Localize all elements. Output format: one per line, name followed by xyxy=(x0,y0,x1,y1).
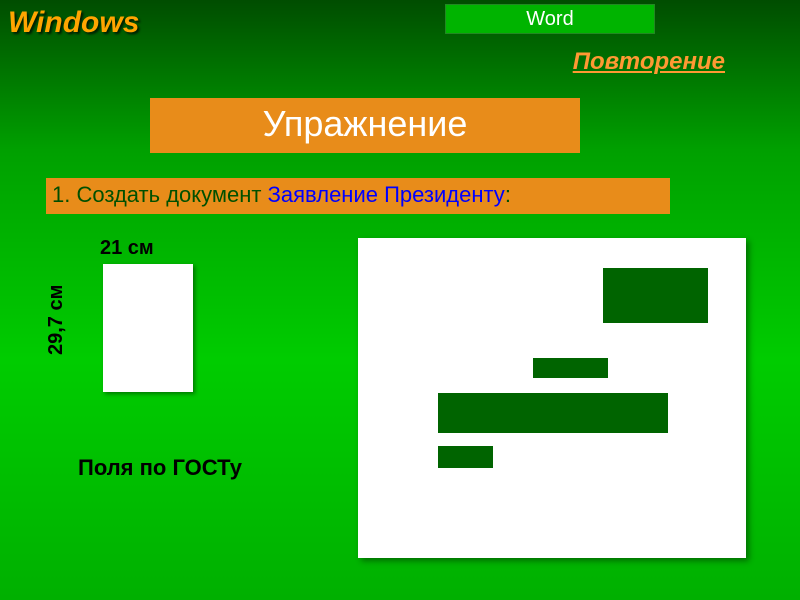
page-height-label: 29,7 см xyxy=(45,285,68,355)
small-page-preview xyxy=(103,264,193,392)
section-subtitle: Повторение xyxy=(573,48,725,76)
app-title-right: Word xyxy=(445,4,655,34)
doc-block-body xyxy=(438,393,668,433)
task-number: 1. xyxy=(52,182,70,207)
doc-block-header xyxy=(603,268,708,323)
task-bar: 1. Создать документ Заявление Президенту… xyxy=(46,178,670,214)
doc-block-title xyxy=(533,358,608,378)
page-width-label: 21 см xyxy=(100,237,154,260)
doc-block-signature xyxy=(438,446,493,468)
exercise-banner: Упражнение xyxy=(150,98,580,153)
task-text-part1: Создать документ xyxy=(76,182,267,207)
margins-label: Поля по ГОСТу xyxy=(78,455,242,481)
document-preview xyxy=(358,238,746,558)
task-colon: : xyxy=(505,182,511,207)
task-text-part2: Заявление Президенту xyxy=(268,182,505,207)
app-title-left: Windows xyxy=(8,6,139,40)
